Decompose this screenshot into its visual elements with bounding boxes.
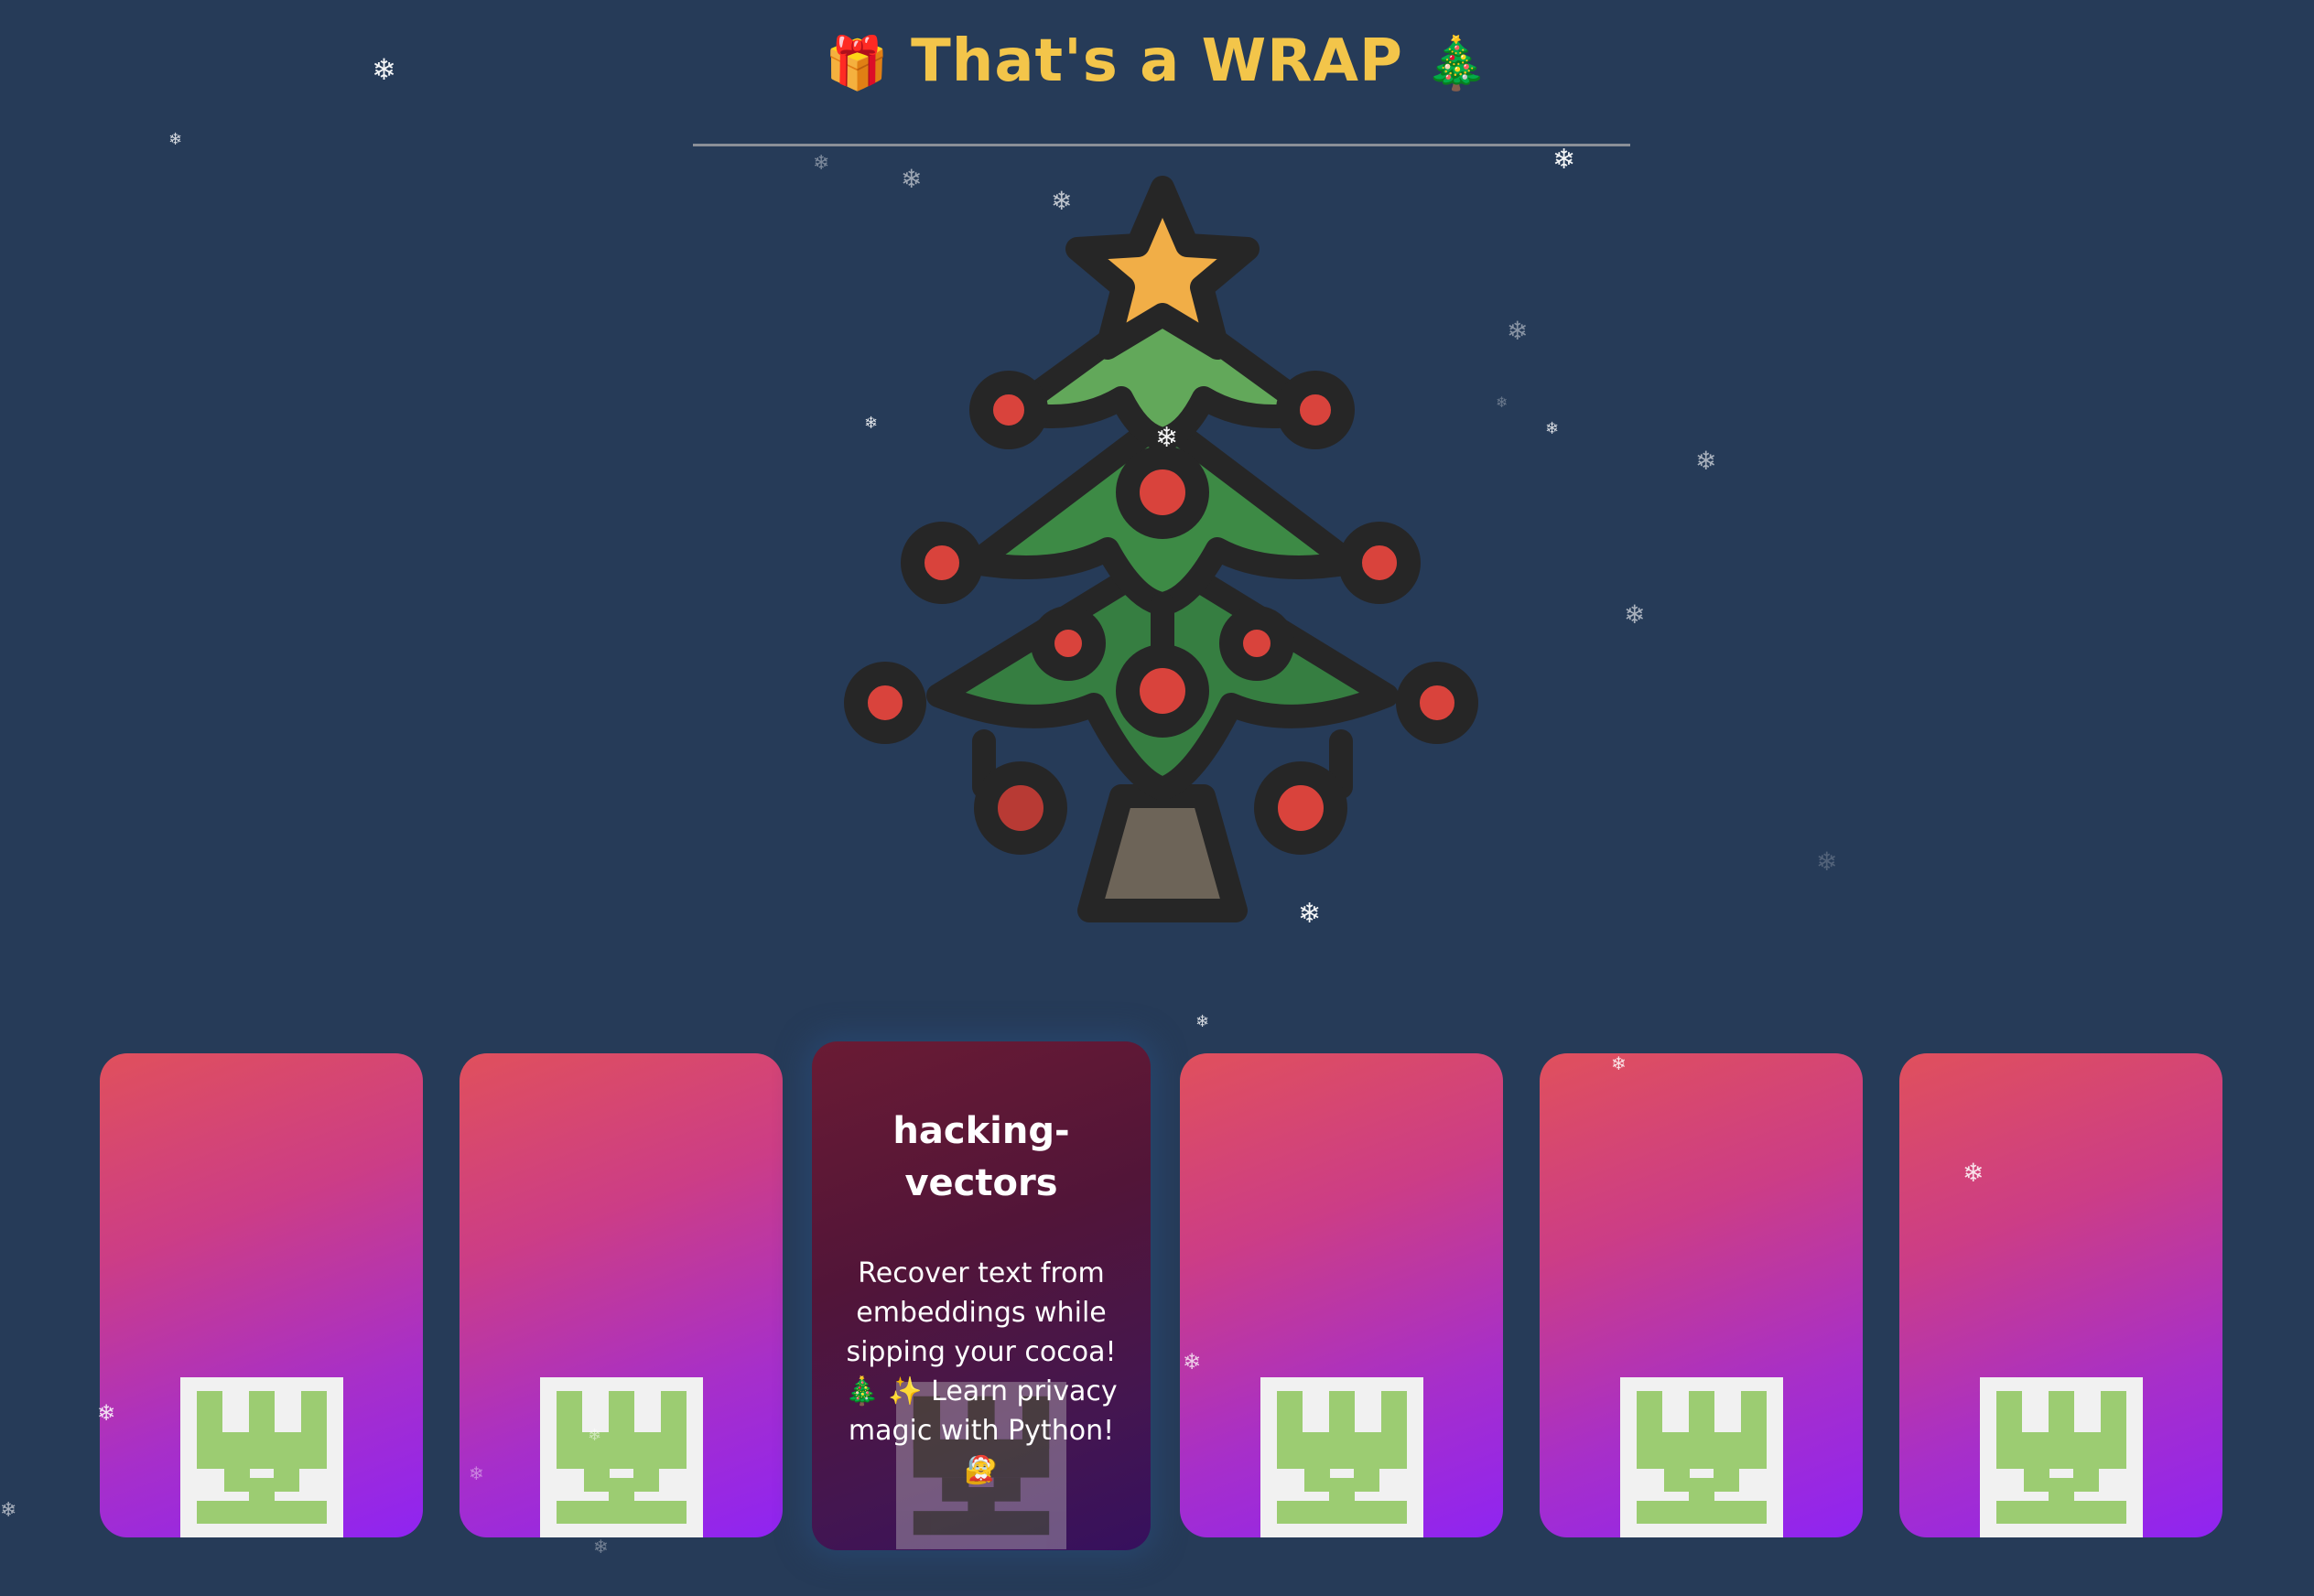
snowflake-icon: ❄ [593,1536,609,1558]
castle-icon [539,1377,703,1537]
mrs-claus-icon: 🤶 [966,1455,997,1483]
snowflake-icon: ❄ [469,1462,484,1484]
day-card[interactable] [100,1053,423,1537]
advent-page: 🎁 That's a WRAP 🎄 ❄ ❄ ❄ ❄ ❄ ❄ ❄ ❄ ❄ ❄ ❄ … [0,0,2314,1596]
snowflake-icon: ❄ [97,1400,116,1426]
snowflake-icon: ❄ [0,1499,17,1522]
day-card[interactable] [460,1053,783,1537]
castle-icon [179,1377,343,1537]
card-title-text: hacking- vectors [892,1110,1070,1204]
snowflake-icon: ❄ [1963,1158,1984,1188]
day-card[interactable] [1540,1053,1863,1537]
day-card[interactable] [1180,1053,1503,1537]
day-card-hacking-vectors[interactable]: hacking- vectors Recover text from embed… [812,1041,1151,1550]
castle-icon [1619,1377,1783,1537]
day-cards: hacking- vectors Recover text from embed… [0,0,2314,1596]
castle-icon [1260,1377,1423,1537]
snowflake-icon: ❄ [1611,1052,1627,1074]
castle-icon [1979,1377,2143,1537]
snowflake-icon: ❄ [588,1426,602,1445]
snowflake-icon: ❄ [1183,1349,1202,1375]
day-card[interactable] [1899,1053,2222,1537]
card-title: hacking- vectors [812,1105,1151,1210]
